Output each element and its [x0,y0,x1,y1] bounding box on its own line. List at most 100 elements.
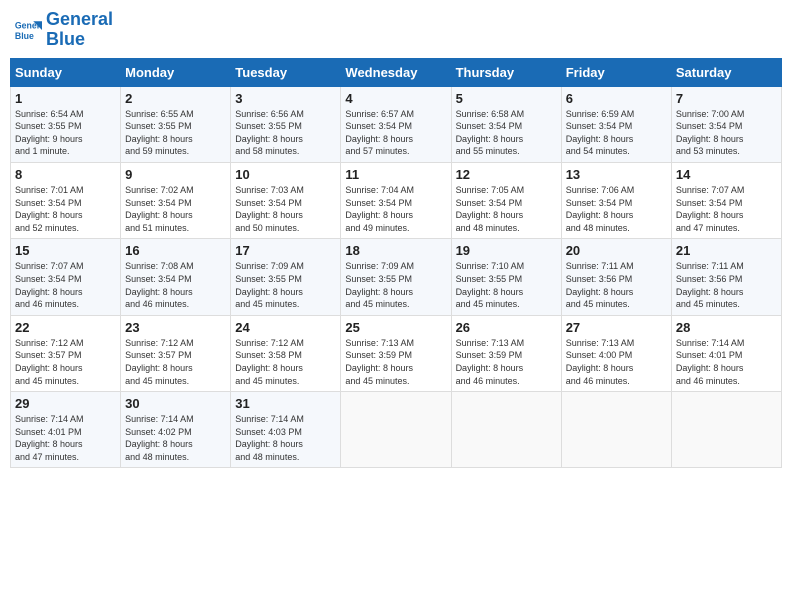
calendar-cell: 20Sunrise: 7:11 AM Sunset: 3:56 PM Dayli… [561,239,671,315]
calendar-cell: 31Sunrise: 7:14 AM Sunset: 4:03 PM Dayli… [231,392,341,468]
day-number: 24 [235,320,336,335]
day-number: 14 [676,167,777,182]
day-number: 19 [456,243,557,258]
calendar-cell: 2 Sunrise: 6:55 AM Sunset: 3:55 PM Daylig… [121,86,231,162]
day-info: Sunrise: 7:13 AM Sunset: 4:00 PM Dayligh… [566,337,667,387]
day-number: 4 [345,91,446,106]
day-number: 25 [345,320,446,335]
calendar-cell: 17Sunrise: 7:09 AM Sunset: 3:55 PM Dayli… [231,239,341,315]
day-info: Sunrise: 6:56 AM Sunset: 3:55 PM Dayligh… [235,108,336,158]
day-number: 27 [566,320,667,335]
header-saturday: Saturday [671,58,781,86]
header-sunday: Sunday [11,58,121,86]
calendar-cell: 27 Sunrise: 7:13 AM Sunset: 4:00 PM Dayli… [561,315,671,391]
header-friday: Friday [561,58,671,86]
logo-text: GeneralBlue [46,10,113,50]
calendar-cell: 9 Sunrise: 7:02 AM Sunset: 3:54 PM Daylig… [121,162,231,238]
day-info: Sunrise: 6:58 AM Sunset: 3:54 PM Dayligh… [456,108,557,158]
calendar-cell: 7Sunrise: 7:00 AM Sunset: 3:54 PM Daylig… [671,86,781,162]
calendar-header-row: SundayMondayTuesdayWednesdayThursdayFrid… [11,58,782,86]
calendar-cell: 13 Sunrise: 7:06 AM Sunset: 3:54 PM Dayli… [561,162,671,238]
day-number: 15 [15,243,116,258]
calendar-cell: 6 Sunrise: 6:59 AM Sunset: 3:54 PM Daylig… [561,86,671,162]
day-info: Sunrise: 7:06 AM Sunset: 3:54 PM Dayligh… [566,184,667,234]
day-number: 12 [456,167,557,182]
calendar-cell: 10 Sunrise: 7:03 AM Sunset: 3:54 PM Dayli… [231,162,341,238]
calendar-cell: 25 Sunrise: 7:13 AM Sunset: 3:59 PM Dayli… [341,315,451,391]
day-info: Sunrise: 7:12 AM Sunset: 3:57 PM Dayligh… [125,337,226,387]
calendar-cell: 18Sunrise: 7:09 AM Sunset: 3:55 PM Dayli… [341,239,451,315]
day-number: 29 [15,396,116,411]
day-number: 18 [345,243,446,258]
day-number: 7 [676,91,777,106]
day-info: Sunrise: 7:05 AM Sunset: 3:54 PM Dayligh… [456,184,557,234]
day-info: Sunrise: 7:02 AM Sunset: 3:54 PM Dayligh… [125,184,226,234]
logo-icon: General Blue [14,16,42,44]
day-number: 5 [456,91,557,106]
day-info: Sunrise: 7:13 AM Sunset: 3:59 PM Dayligh… [345,337,446,387]
day-number: 3 [235,91,336,106]
day-number: 6 [566,91,667,106]
calendar-cell [451,392,561,468]
day-info: Sunrise: 7:14 AM Sunset: 4:02 PM Dayligh… [125,413,226,463]
day-info: Sunrise: 7:11 AM Sunset: 3:56 PM Dayligh… [676,260,777,310]
day-number: 23 [125,320,226,335]
calendar-cell: 23 Sunrise: 7:12 AM Sunset: 3:57 PM Dayli… [121,315,231,391]
day-number: 20 [566,243,667,258]
day-number: 9 [125,167,226,182]
day-info: Sunrise: 7:01 AM Sunset: 3:54 PM Dayligh… [15,184,116,234]
logo: General Blue GeneralBlue [14,10,113,50]
header-wednesday: Wednesday [341,58,451,86]
day-number: 28 [676,320,777,335]
day-number: 16 [125,243,226,258]
calendar-cell: 26Sunrise: 7:13 AM Sunset: 3:59 PM Dayli… [451,315,561,391]
day-info: Sunrise: 7:14 AM Sunset: 4:01 PM Dayligh… [676,337,777,387]
svg-text:Blue: Blue [15,31,34,41]
calendar-cell [671,392,781,468]
day-number: 13 [566,167,667,182]
calendar-cell: 3 Sunrise: 6:56 AM Sunset: 3:55 PM Daylig… [231,86,341,162]
day-info: Sunrise: 7:03 AM Sunset: 3:54 PM Dayligh… [235,184,336,234]
calendar-cell: 28 Sunrise: 7:14 AM Sunset: 4:01 PM Dayli… [671,315,781,391]
calendar-cell: 11 Sunrise: 7:04 AM Sunset: 3:54 PM Dayli… [341,162,451,238]
calendar-week-1: 1 Sunrise: 6:54 AM Sunset: 3:55 PM Daylig… [11,86,782,162]
day-info: Sunrise: 6:59 AM Sunset: 3:54 PM Dayligh… [566,108,667,158]
day-number: 21 [676,243,777,258]
calendar-cell [561,392,671,468]
day-info: Sunrise: 6:57 AM Sunset: 3:54 PM Dayligh… [345,108,446,158]
calendar-cell: 12 Sunrise: 7:05 AM Sunset: 3:54 PM Dayli… [451,162,561,238]
day-number: 10 [235,167,336,182]
calendar-cell: 5 Sunrise: 6:58 AM Sunset: 3:54 PM Daylig… [451,86,561,162]
day-info: Sunrise: 7:14 AM Sunset: 4:03 PM Dayligh… [235,413,336,463]
day-info: Sunrise: 6:55 AM Sunset: 3:55 PM Dayligh… [125,108,226,158]
calendar-week-5: 29 Sunrise: 7:14 AM Sunset: 4:01 PM Dayli… [11,392,782,468]
calendar-cell: 1 Sunrise: 6:54 AM Sunset: 3:55 PM Daylig… [11,86,121,162]
day-number: 2 [125,91,226,106]
day-number: 22 [15,320,116,335]
day-info: Sunrise: 7:12 AM Sunset: 3:58 PM Dayligh… [235,337,336,387]
day-info: Sunrise: 7:04 AM Sunset: 3:54 PM Dayligh… [345,184,446,234]
calendar-cell: 24 Sunrise: 7:12 AM Sunset: 3:58 PM Dayli… [231,315,341,391]
day-info: Sunrise: 6:54 AM Sunset: 3:55 PM Dayligh… [15,108,116,158]
day-info: Sunrise: 7:12 AM Sunset: 3:57 PM Dayligh… [15,337,116,387]
day-info: Sunrise: 7:07 AM Sunset: 3:54 PM Dayligh… [15,260,116,310]
calendar-body: 1 Sunrise: 6:54 AM Sunset: 3:55 PM Daylig… [11,86,782,468]
calendar-cell: 21 Sunrise: 7:11 AM Sunset: 3:56 PM Dayli… [671,239,781,315]
day-info: Sunrise: 7:09 AM Sunset: 3:55 PM Dayligh… [235,260,336,310]
calendar-cell: 30Sunrise: 7:14 AM Sunset: 4:02 PM Dayli… [121,392,231,468]
day-info: Sunrise: 7:14 AM Sunset: 4:01 PM Dayligh… [15,413,116,463]
calendar-cell: 15 Sunrise: 7:07 AM Sunset: 3:54 PM Dayli… [11,239,121,315]
calendar-cell: 4 Sunrise: 6:57 AM Sunset: 3:54 PM Daylig… [341,86,451,162]
header-monday: Monday [121,58,231,86]
calendar-cell: 19Sunrise: 7:10 AM Sunset: 3:55 PM Dayli… [451,239,561,315]
day-number: 8 [15,167,116,182]
day-info: Sunrise: 7:08 AM Sunset: 3:54 PM Dayligh… [125,260,226,310]
day-number: 26 [456,320,557,335]
day-number: 11 [345,167,446,182]
calendar-week-2: 8 Sunrise: 7:01 AM Sunset: 3:54 PM Daylig… [11,162,782,238]
header-thursday: Thursday [451,58,561,86]
day-number: 1 [15,91,116,106]
calendar-cell: 8 Sunrise: 7:01 AM Sunset: 3:54 PM Daylig… [11,162,121,238]
page-header: General Blue GeneralBlue [10,10,782,50]
calendar-cell: 29 Sunrise: 7:14 AM Sunset: 4:01 PM Dayli… [11,392,121,468]
